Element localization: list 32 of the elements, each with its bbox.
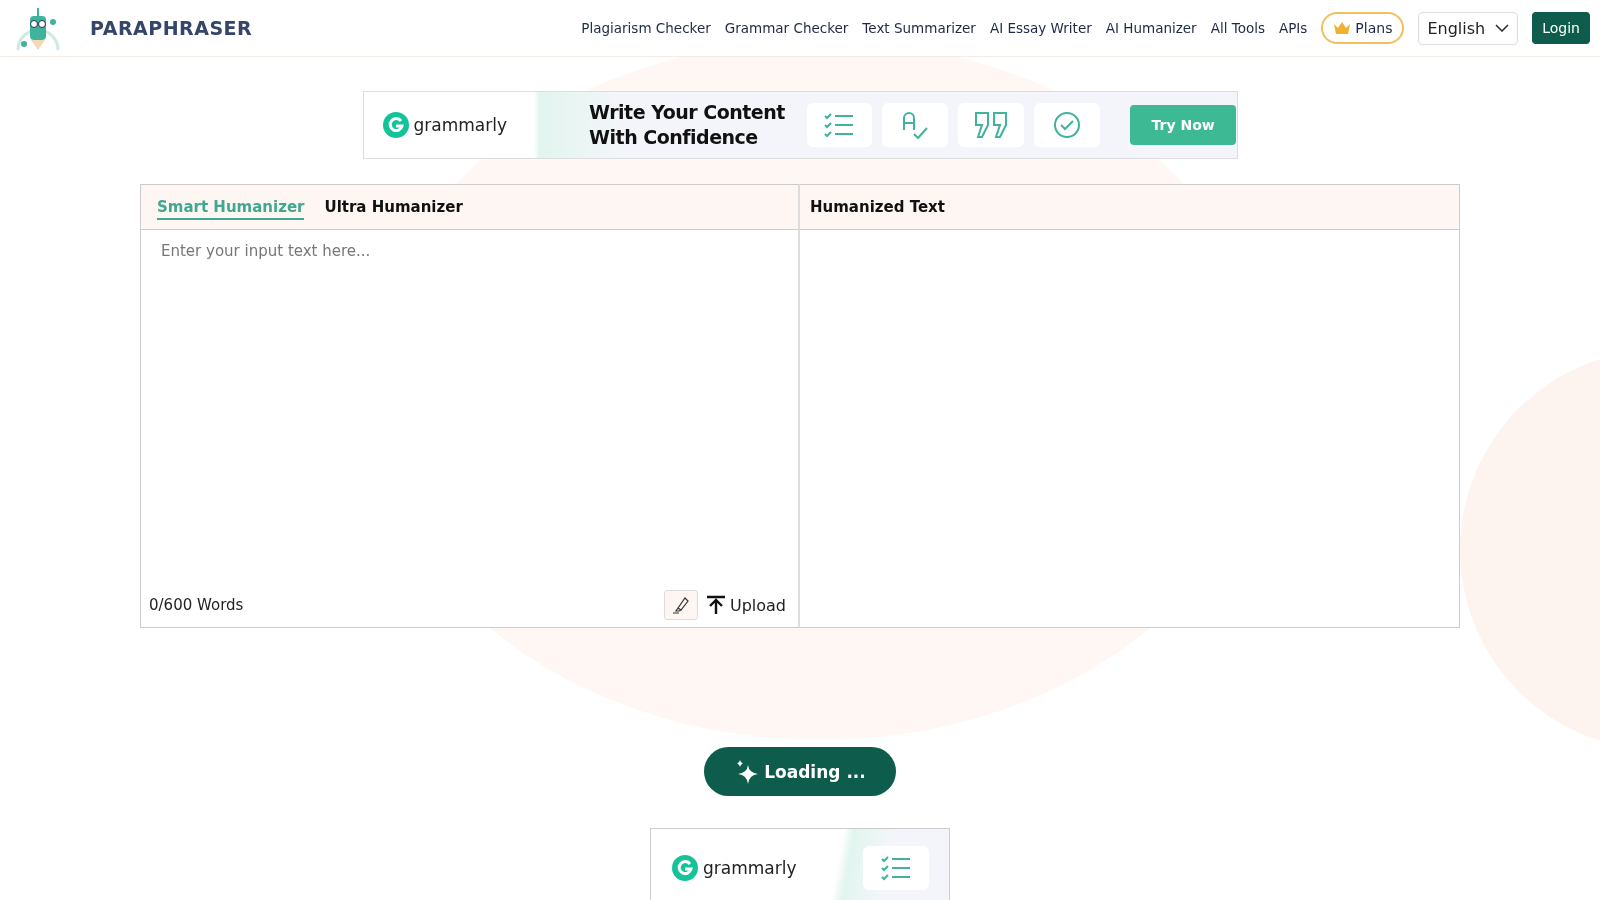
check-circle-icon [1052, 111, 1081, 139]
quote-icon [974, 111, 1009, 139]
nav-link[interactable]: All Tools [1210, 20, 1265, 36]
ad-brand-name: grammarly [413, 115, 507, 135]
nav-link[interactable]: Text Summarizer [862, 20, 976, 36]
nav-link[interactable]: Plagiarism Checker [581, 20, 711, 36]
ad-brand-name: grammarly [703, 858, 797, 878]
word-count: 0/600 Words [149, 596, 244, 614]
humanize-button[interactable]: Loading ... [704, 747, 896, 796]
upload-icon [705, 595, 726, 615]
checklist-icon [881, 855, 911, 881]
input-text-field[interactable]: Enter your input text here... [140, 230, 800, 583]
checklist-icon [824, 112, 855, 138]
output-title: Humanized Text [810, 198, 945, 216]
grammarly-logo-icon [381, 111, 410, 139]
spell-check-icon [901, 110, 930, 140]
chevron-down-icon [1495, 24, 1510, 32]
upload-button[interactable]: Upload [705, 595, 786, 615]
nav-link[interactable]: AI Humanizer [1105, 20, 1197, 36]
login-button[interactable]: Login [1532, 12, 1590, 44]
plans-button[interactable]: Plans [1321, 12, 1405, 44]
highlighter-icon [671, 596, 690, 614]
language-dropdown[interactable]: English [1418, 11, 1519, 45]
grammarly-logo-icon [671, 854, 699, 882]
nav-link[interactable]: AI Essay Writer [989, 20, 1092, 36]
nav-link[interactable]: Grammar Checker [724, 20, 849, 36]
ad-headline: Write Your Content With Confidence [589, 100, 786, 150]
crown-icon [1333, 21, 1352, 35]
mode-tab[interactable]: Ultra Humanizer [324, 194, 463, 220]
brand-name: PARAPHRASER [90, 17, 253, 39]
highlighter-button[interactable] [663, 590, 698, 620]
nav-link[interactable]: APIs [1278, 20, 1308, 36]
